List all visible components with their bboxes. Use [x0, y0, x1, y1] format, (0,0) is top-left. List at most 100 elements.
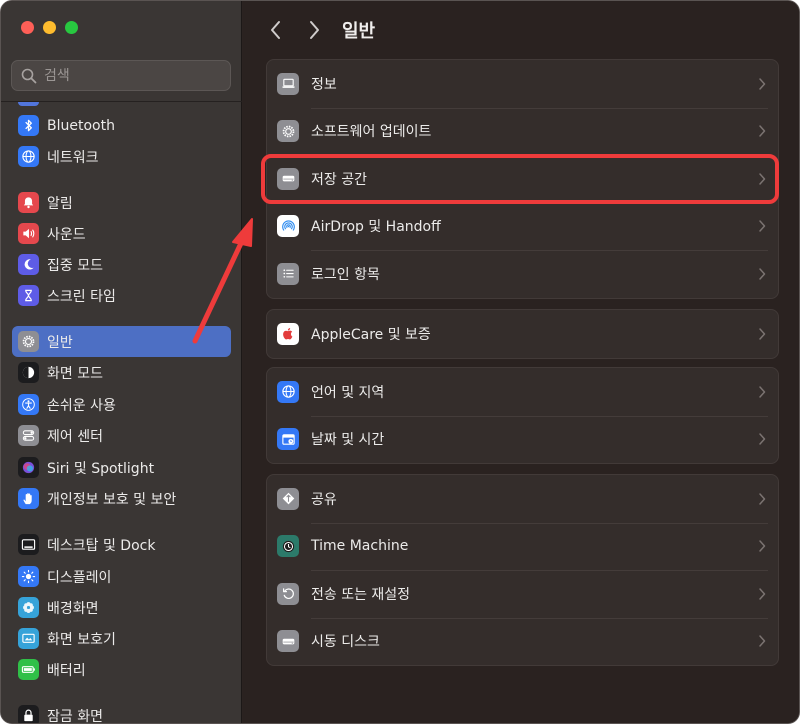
chevron-right-icon [759, 386, 766, 398]
sidebar-item-label: 배경화면 [47, 600, 99, 617]
row-applecare[interactable]: AppleCare 및 보증 [267, 310, 778, 358]
sidebar-item-sound[interactable]: 사운드 [12, 218, 231, 249]
sidebar-item-label: 화면 보호기 [47, 631, 116, 648]
sidebar: Bluetooth 네트워크 알림 사운드 집 [1, 1, 242, 724]
sidebar-item-label: 데스크탑 및 Dock [47, 537, 156, 554]
sidebar-item-label: 네트워크 [47, 149, 99, 166]
globe-icon [277, 380, 299, 403]
sidebar-item-label: 사운드 [47, 226, 86, 243]
sidebar-item-label: Siri 및 Spotlight [47, 460, 155, 477]
sidebar-item-label: 잠금 화면 [47, 708, 103, 724]
globe-icon [18, 146, 39, 167]
chevron-right-icon [759, 268, 766, 280]
gear-badge-icon [277, 120, 299, 143]
sidebar-item-notifications[interactable]: 알림 [12, 187, 231, 218]
row-storage[interactable]: 저장 공간 [267, 155, 778, 203]
row-label: AirDrop 및 Handoff [311, 219, 441, 236]
row-login-items[interactable]: 로그인 항목 [267, 250, 778, 298]
row-label: Time Machine [311, 538, 409, 555]
minimize-window-button[interactable] [43, 21, 56, 34]
sidebar-item-label: 개인정보 보호 및 보안 [47, 491, 177, 508]
sidebar-item-screen-time[interactable]: 스크린 타임 [12, 280, 231, 311]
sidebar-item-label: Bluetooth [47, 117, 115, 134]
row-label: 언어 및 지역 [311, 384, 385, 401]
sun-icon [18, 566, 39, 587]
chevron-right-icon [759, 433, 766, 445]
chevron-right-icon [759, 328, 766, 340]
window-controls [21, 21, 78, 34]
main-pane: 일반 정보 소프트웨어 업데이트 저장 공간 AirDrop 및 Handoff… [243, 1, 799, 723]
row-label: 공유 [311, 491, 337, 508]
sidebar-item-desktop-dock[interactable]: 데스크탑 및 Dock [12, 529, 231, 560]
sidebar-item-network[interactable]: 네트워크 [12, 141, 231, 172]
sidebar-item-appearance[interactable]: 화면 모드 [12, 357, 231, 388]
hand-icon [18, 488, 39, 509]
back-button[interactable] [267, 19, 285, 41]
search-field[interactable] [11, 60, 231, 91]
chevron-right-icon [759, 173, 766, 185]
sidebar-item-bluetooth[interactable]: Bluetooth [12, 110, 231, 141]
flower-icon [18, 597, 39, 618]
sidebar-item-accessibility[interactable]: 손쉬운 사용 [12, 389, 231, 420]
partially-visible-item-icon [18, 102, 39, 106]
settings-group-2: AppleCare 및 보증 [266, 309, 779, 359]
sidebar-item-control-center[interactable]: 제어 센터 [12, 420, 231, 451]
zoom-window-button[interactable] [65, 21, 78, 34]
sidebar-item-label: 스크린 타임 [47, 288, 116, 305]
lock-icon [18, 705, 39, 723]
time-machine-icon [277, 535, 299, 558]
appearance-icon [18, 362, 39, 383]
airdrop-icon [277, 215, 299, 238]
row-airdrop-handoff[interactable]: AirDrop 및 Handoff [267, 202, 778, 251]
system-settings-window: Bluetooth 네트워크 알림 사운드 집 [0, 0, 800, 724]
sidebar-item-siri-spotlight[interactable]: Siri 및 Spotlight [12, 452, 231, 483]
sidebar-item-privacy-security[interactable]: 개인정보 보호 및 보안 [12, 483, 231, 514]
row-about[interactable]: 정보 [267, 60, 778, 108]
page-title: 일반 [342, 21, 376, 42]
sidebar-item-screen-saver[interactable]: 화면 보호기 [12, 623, 231, 654]
row-date-time[interactable]: 날짜 및 시간 [267, 415, 778, 464]
sidebar-item-lock-screen[interactable]: 잠금 화면 [12, 700, 231, 724]
row-language-region[interactable]: 언어 및 지역 [267, 368, 778, 416]
bluetooth-icon [18, 115, 39, 136]
row-software-update[interactable]: 소프트웨어 업데이트 [267, 107, 778, 156]
siri-icon [18, 457, 39, 478]
sidebar-item-label: 디스플레이 [47, 569, 112, 586]
sidebar-item-focus[interactable]: 집중 모드 [12, 249, 231, 280]
bell-icon [18, 192, 39, 213]
row-label: 저장 공간 [311, 171, 367, 188]
row-transfer-reset[interactable]: 전송 또는 재설정 [267, 570, 778, 618]
apple-icon [277, 322, 299, 345]
settings-group-1: 정보 소프트웨어 업데이트 저장 공간 AirDrop 및 Handoff 로그… [266, 59, 779, 299]
search-input[interactable] [44, 67, 214, 84]
sidebar-item-label: 배터리 [47, 662, 86, 679]
disk-icon [277, 630, 299, 653]
forward-button[interactable] [305, 19, 323, 41]
row-label: 전송 또는 재설정 [311, 586, 411, 603]
row-label: 소프트웨어 업데이트 [311, 124, 432, 141]
sidebar-item-wallpaper[interactable]: 배경화면 [12, 592, 231, 623]
gear-icon [18, 331, 39, 352]
row-time-machine[interactable]: Time Machine [267, 522, 778, 571]
sidebar-item-general[interactable]: 일반 [12, 326, 231, 357]
sidebar-item-displays[interactable]: 디스플레이 [12, 561, 231, 592]
sidebar-item-label: 화면 모드 [47, 365, 103, 382]
settings-group-4: 공유 Time Machine 전송 또는 재설정 시동 디스크 [266, 474, 779, 666]
sidebar-item-battery[interactable]: 배터리 [12, 654, 231, 685]
battery-icon [18, 659, 39, 680]
close-window-button[interactable] [21, 21, 34, 34]
row-startup-disk[interactable]: 시동 디스크 [267, 617, 778, 666]
sidebar-item-label: 일반 [47, 334, 73, 351]
row-label: 시동 디스크 [311, 634, 380, 651]
sidebar-item-label: 제어 센터 [47, 428, 103, 445]
reset-icon [277, 582, 299, 605]
chevron-right-icon [759, 588, 766, 600]
list-icon [277, 262, 299, 285]
row-label: 날짜 및 시간 [311, 432, 385, 449]
calendar-clock-icon [277, 428, 299, 451]
toggles-icon [18, 425, 39, 446]
screensaver-icon [18, 628, 39, 649]
row-sharing[interactable]: 공유 [267, 475, 778, 523]
sidebar-item-label: 집중 모드 [47, 257, 103, 274]
speaker-icon [18, 223, 39, 244]
